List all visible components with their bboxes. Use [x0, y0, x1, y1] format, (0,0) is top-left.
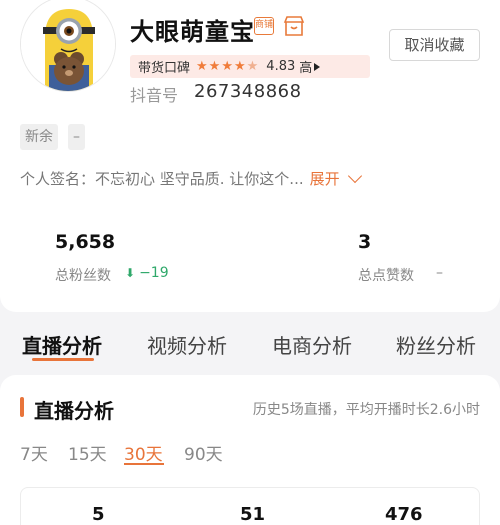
half-star-icon: ★ [246, 59, 259, 74]
range-tab-7d[interactable]: 7天 [20, 440, 48, 465]
likes-count: 3 [358, 231, 372, 253]
tab-ecommerce-analysis[interactable]: 电商分析 [272, 330, 352, 359]
analysis-tabs: 直播分析 视频分析 电商分析 粉丝分析 [0, 312, 500, 372]
metric-value: 5 [92, 504, 105, 525]
chevron-down-icon[interactable] [347, 168, 362, 183]
avatar[interactable] [20, 0, 116, 92]
chevron-right-icon [314, 62, 321, 71]
info-tag: – [68, 124, 85, 150]
fans-count: 5,658 [55, 231, 116, 253]
star-icon: ★ [208, 59, 221, 74]
profile-name: 大眼萌童宝 [130, 18, 255, 46]
star-icon: ★ [196, 59, 208, 74]
star-icon: ★ [233, 59, 246, 74]
fans-delta-value: −19 [139, 265, 169, 281]
bio-text: 个人签名：不忘初心 坚守品质. 让你这个... [20, 170, 304, 188]
profile-card: 大眼萌童宝 商铺 取消收藏 带货口碑 ★ ★ ★ ★ ★ 4.83 高 抖音号 … [0, 0, 500, 312]
metric-value: 51 [240, 504, 266, 525]
likes-delta: – [436, 265, 443, 281]
active-range-indicator [124, 463, 164, 465]
bio: 个人签名：不忘初心 坚守品质. 让你这个... 展开 [20, 168, 362, 189]
expand-bio-link[interactable]: 展开 [310, 168, 340, 189]
active-tab-indicator [32, 358, 94, 361]
section-title: 直播分析 [34, 399, 114, 423]
range-tab-30d[interactable]: 30天 [124, 440, 163, 465]
location-tag: 新余 [20, 124, 58, 150]
unfollow-button[interactable]: 取消收藏 [389, 29, 480, 61]
fans-delta: ⬇ −19 [125, 265, 169, 281]
tab-fans-analysis[interactable]: 粉丝分析 [396, 330, 476, 359]
reputation-stars: ★ ★ ★ ★ ★ [196, 59, 258, 74]
live-summary: 历史5场直播，平均开播时长2.6小时 [252, 402, 480, 418]
tab-video-analysis[interactable]: 视频分析 [147, 330, 227, 359]
metric-value: 476 [385, 504, 423, 525]
likes-label: 总点赞数 [358, 268, 414, 284]
star-icon: ★ [221, 59, 233, 74]
reputation-score: 4.83 [266, 59, 296, 74]
fans-label: 总粉丝数 [55, 268, 111, 284]
down-arrow-icon: ⬇ [125, 266, 136, 280]
reputation-level: 高 [299, 61, 313, 76]
tab-live-analysis[interactable]: 直播分析 [22, 330, 102, 359]
douyin-id-label: 抖音号 [130, 86, 179, 105]
shop-icon[interactable] [282, 15, 306, 37]
douyin-id: 267348868 [194, 81, 302, 102]
avatar-minion-image [21, 0, 115, 91]
merchant-badge-icon: 商铺 [254, 17, 274, 35]
section-accent-bar [20, 397, 24, 417]
range-tab-90d[interactable]: 90天 [184, 440, 223, 465]
range-tab-15d[interactable]: 15天 [68, 440, 107, 465]
reputation-bar[interactable]: 带货口碑 ★ ★ ★ ★ ★ 4.83 高 [130, 55, 370, 78]
reputation-label: 带货口碑 [138, 61, 191, 76]
